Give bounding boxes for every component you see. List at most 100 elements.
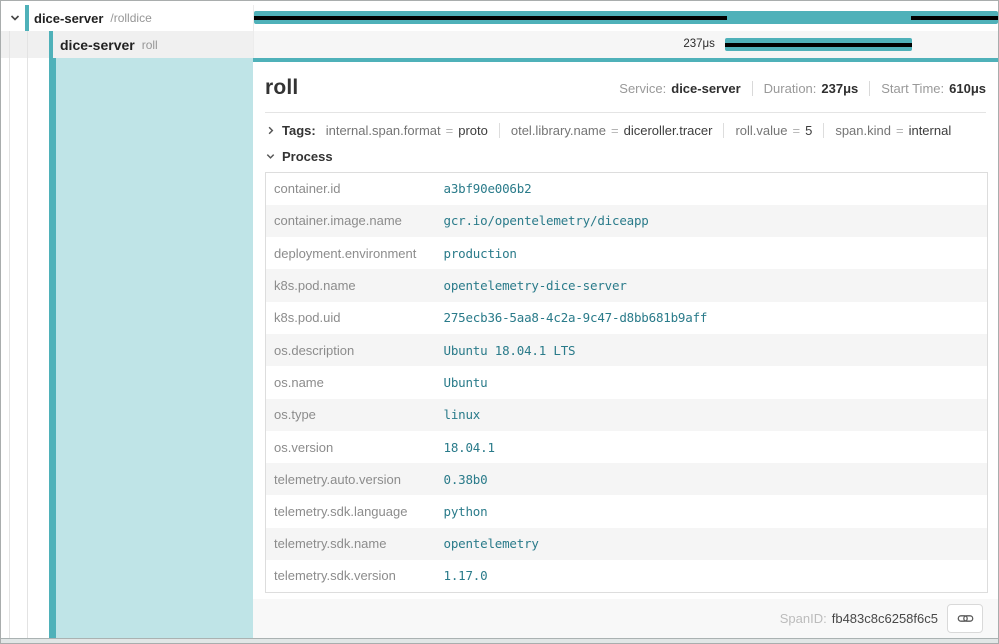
span-detail-panel: roll Service: dice-server Duration: 237μ… [253, 58, 998, 638]
detail-footer: SpanID: fb483c8c6258f6c5 [253, 599, 998, 638]
table-row: telemetry.auto.version0.38b0 [266, 463, 988, 495]
process-section-toggle[interactable]: Process [253, 147, 998, 172]
detail-header: roll Service: dice-server Duration: 237μ… [253, 62, 998, 112]
tag-value: internal [909, 123, 952, 138]
table-row: deployment.environmentproduction [266, 237, 988, 269]
process-value: 275ecb36-5aa8-4c2a-9c47-d8bb681b9aff [444, 302, 988, 334]
process-value: 1.17.0 [444, 560, 988, 592]
span-operation-title: roll [265, 76, 298, 100]
operation-name: roll [142, 38, 158, 52]
service-value: dice-server [671, 81, 740, 96]
process-key: os.name [266, 366, 444, 398]
process-key: deployment.environment [266, 237, 444, 269]
meta-separator [869, 81, 870, 96]
table-row: telemetry.sdk.version1.17.0 [266, 560, 988, 592]
chevron-down-icon [9, 12, 21, 24]
span-meta: Service: dice-server Duration: 237μs Sta… [619, 81, 986, 96]
indent-guide [9, 58, 10, 638]
process-key: telemetry.sdk.version [266, 560, 444, 592]
copy-span-link-button[interactable] [947, 604, 983, 633]
tag-key: otel.library.name [511, 123, 606, 138]
process-key: os.version [266, 431, 444, 463]
start-time-label: Start Time: [881, 81, 944, 96]
tag-value: proto [458, 123, 488, 138]
span-row-roll[interactable]: dice-server roll 237μs [1, 31, 998, 58]
collapse-children-button[interactable] [9, 12, 21, 24]
process-value: production [444, 237, 988, 269]
span-timeline-area: dice-server /rolldice dice-server roll 2… [1, 1, 998, 58]
operation-name: /rolldice [110, 11, 151, 25]
tag-separator [723, 123, 724, 138]
process-value: 18.04.1 [444, 431, 988, 463]
tag-separator [499, 123, 500, 138]
start-time-value: 610μs [949, 81, 986, 96]
span-bar-cell[interactable] [253, 5, 998, 31]
equals-sign: = [446, 123, 454, 138]
tag-value: diceroller.tracer [624, 123, 713, 138]
process-value: opentelemetry [444, 528, 988, 560]
indent-guide [9, 31, 10, 58]
jaeger-trace-detail-view: dice-server /rolldice dice-server roll 2… [0, 0, 999, 644]
table-row: telemetry.sdk.languagepython [266, 495, 988, 527]
span-name-cell: dice-server /rolldice [1, 5, 253, 31]
process-key: os.description [266, 334, 444, 366]
table-row: os.descriptionUbuntu 18.04.1 LTS [266, 334, 988, 366]
meta-separator [752, 81, 753, 96]
process-key: k8s.pod.uid [266, 302, 444, 334]
tag-value: 5 [805, 123, 812, 138]
process-value: linux [444, 399, 988, 431]
process-key: telemetry.sdk.name [266, 528, 444, 560]
tags-section-toggle[interactable]: Tags: internal.span.format = proto otel.… [253, 113, 998, 147]
tags-section-label: Tags: [282, 123, 316, 138]
process-key: os.type [266, 399, 444, 431]
process-value: opentelemetry-dice-server [444, 269, 988, 301]
service-name: dice-server [60, 37, 135, 53]
indent-guide [27, 58, 28, 638]
link-icon [957, 610, 974, 627]
tag-key: span.kind [835, 123, 891, 138]
tags-summary: internal.span.format = proto otel.librar… [326, 123, 952, 138]
span-self-time-segment [725, 43, 912, 47]
process-value: Ubuntu [444, 366, 988, 398]
process-key: telemetry.auto.version [266, 463, 444, 495]
chevron-right-icon [265, 125, 276, 136]
table-row: os.typelinux [266, 399, 988, 431]
table-row: telemetry.sdk.nameopentelemetry [266, 528, 988, 560]
span-self-time-segment [911, 16, 998, 20]
chevron-down-icon [265, 151, 276, 162]
process-section-label: Process [282, 149, 333, 164]
table-row: container.ida3bf90e006b2 [266, 173, 988, 205]
process-value: Ubuntu 18.04.1 LTS [444, 334, 988, 366]
table-row: k8s.pod.nameopentelemetry-dice-server [266, 269, 988, 301]
process-key: telemetry.sdk.language [266, 495, 444, 527]
span-id-label: SpanID: [780, 611, 827, 626]
bottom-scroll-strip[interactable] [1, 638, 998, 644]
process-key: container.image.name [266, 205, 444, 237]
span-duration-label: 237μs [254, 38, 725, 51]
span-bar[interactable] [725, 38, 912, 51]
process-value: a3bf90e006b2 [444, 173, 988, 205]
process-key-value-table: container.ida3bf90e006b2 container.image… [265, 172, 988, 593]
service-name: dice-server [34, 11, 103, 26]
process-key: container.id [266, 173, 444, 205]
span-self-time-segment [254, 16, 727, 20]
span-id-value: fb483c8c6258f6c5 [832, 611, 938, 626]
span-bar-cell[interactable]: 237μs [253, 31, 998, 58]
tag-key: internal.span.format [326, 123, 441, 138]
span-detail-row: roll Service: dice-server Duration: 237μ… [1, 58, 998, 638]
indent-guide [27, 31, 28, 58]
span-bar[interactable] [254, 11, 998, 24]
service-color-bar [49, 31, 53, 58]
service-color-bar [25, 5, 29, 31]
detail-left-rail [1, 58, 253, 638]
span-row-rolldice[interactable]: dice-server /rolldice [1, 1, 998, 31]
table-row: container.image.namegcr.io/opentelemetry… [266, 205, 988, 237]
equals-sign: = [896, 123, 904, 138]
process-key: k8s.pod.name [266, 269, 444, 301]
detail-accent-strip [49, 58, 56, 638]
table-row: os.version18.04.1 [266, 431, 988, 463]
service-label: Service: [619, 81, 666, 96]
table-row: os.nameUbuntu [266, 366, 988, 398]
tag-separator [823, 123, 824, 138]
duration-label: Duration: [764, 81, 817, 96]
